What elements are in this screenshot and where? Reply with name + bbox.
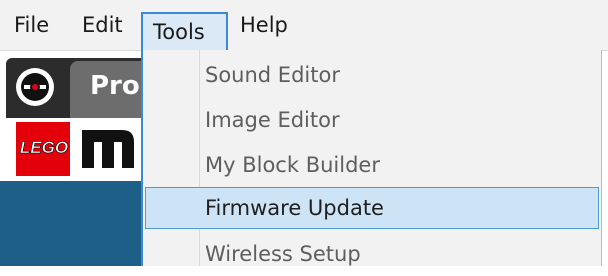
lego-logo-text: LEGO xyxy=(19,138,69,158)
menu-help[interactable]: Help xyxy=(236,0,306,50)
menu-item-firmware-update[interactable]: Firmware Update xyxy=(145,187,599,229)
lego-logo: LEGO xyxy=(14,120,72,178)
menu-tools[interactable]: Tools xyxy=(141,12,228,50)
menu-edit[interactable]: Edit xyxy=(72,0,134,50)
project-tab[interactable]: Pro xyxy=(70,61,142,118)
app-logo-icon[interactable] xyxy=(16,68,54,106)
mindstorms-m-icon xyxy=(82,130,134,168)
tools-dropdown-menu: Sound Editor Image Editor My Block Build… xyxy=(141,50,602,266)
menu-item-my-block-builder[interactable]: My Block Builder xyxy=(143,144,601,187)
menu-file[interactable]: File xyxy=(8,0,64,50)
menu-item-image-editor[interactable]: Image Editor xyxy=(143,99,601,142)
menu-item-wireless-setup[interactable]: Wireless Setup xyxy=(143,233,601,276)
menu-bar: File Edit Tools Help xyxy=(0,0,608,51)
menu-item-sound-editor[interactable]: Sound Editor xyxy=(143,54,601,97)
project-tab-label: Pro xyxy=(90,71,140,101)
